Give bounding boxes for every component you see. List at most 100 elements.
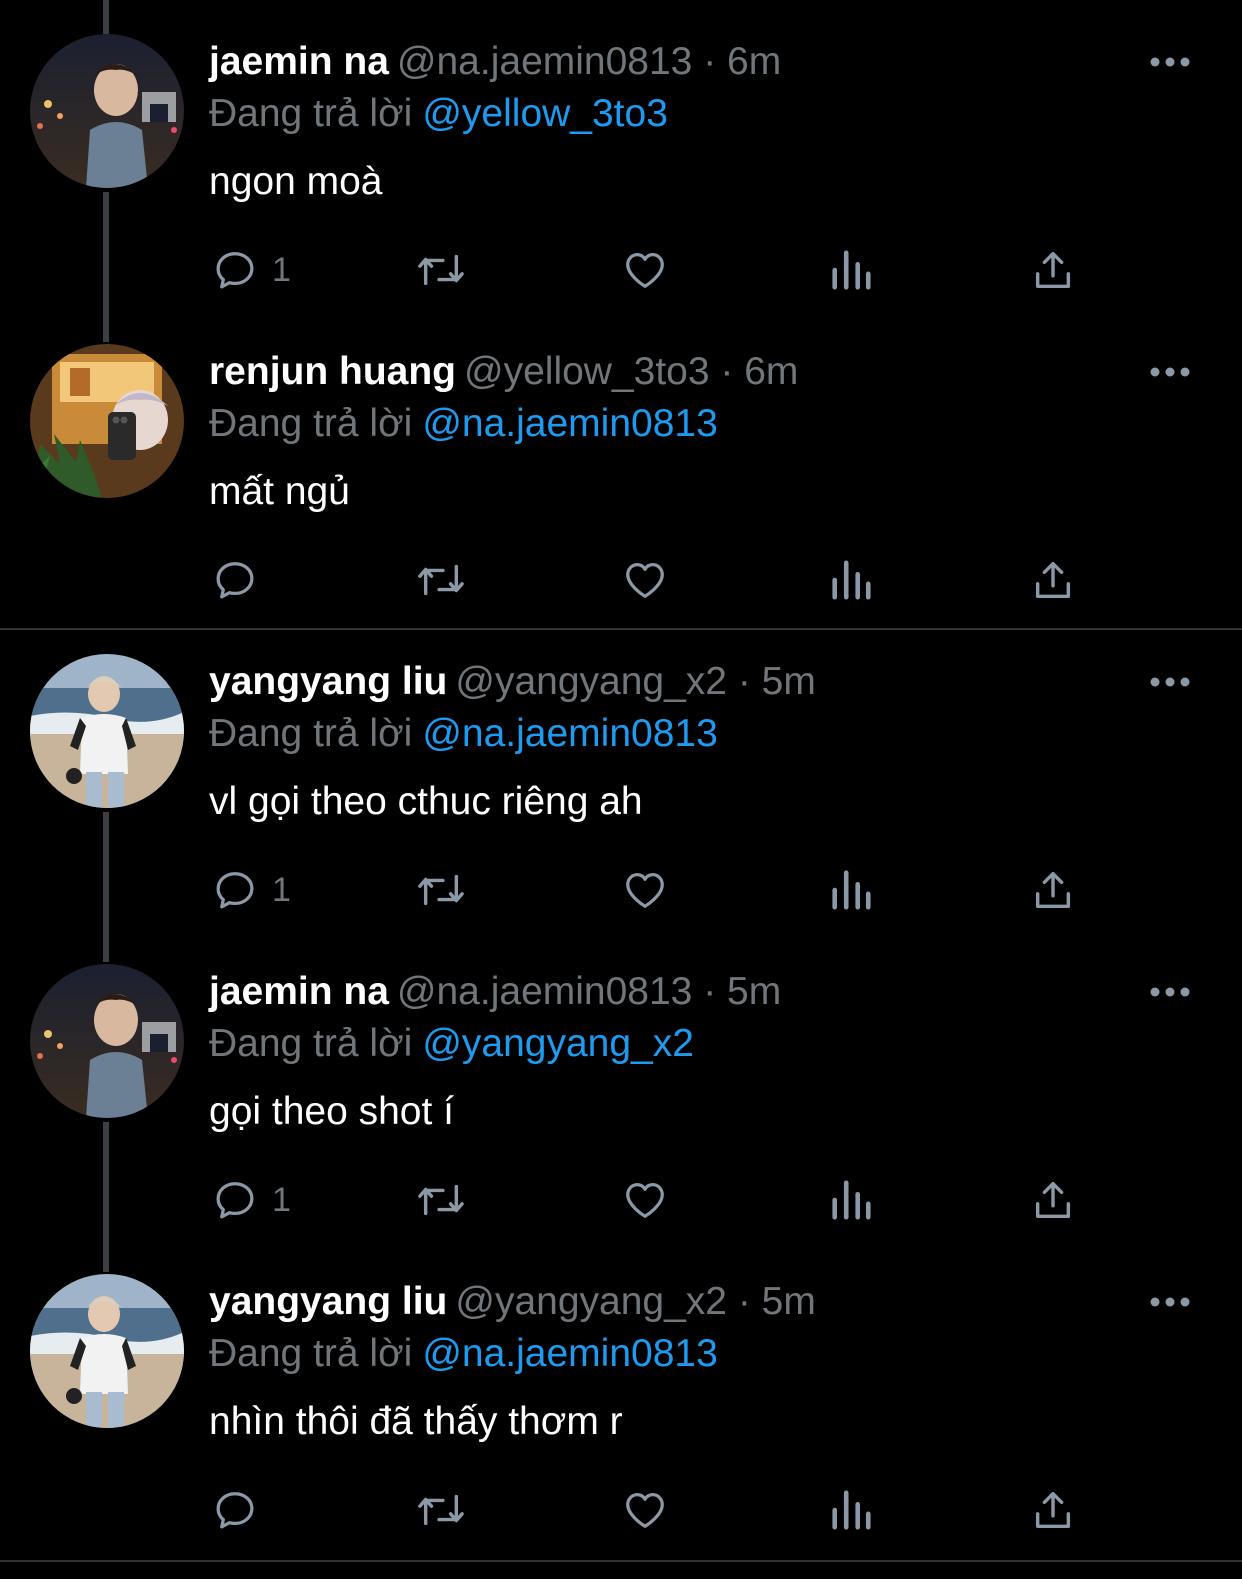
reply-context: Đang trả lời @na.jaemin0813 xyxy=(209,400,718,448)
like-button[interactable] xyxy=(621,246,669,294)
tweet[interactable]: renjun huang @yellow_3to3 · 6m Đang trả l… xyxy=(0,310,1242,620)
views-button[interactable] xyxy=(829,1176,873,1224)
heart-icon xyxy=(626,563,664,598)
heart-icon xyxy=(626,1183,664,1218)
retweet-icon xyxy=(418,1184,464,1216)
retweet-button[interactable] xyxy=(414,1486,468,1534)
retweet-icon xyxy=(418,564,464,596)
handle-time: @na.jaemin0813 · 6m xyxy=(396,40,782,83)
share-button[interactable] xyxy=(1030,556,1076,604)
reply-context: Đang trả lời @na.jaemin0813 xyxy=(209,710,718,758)
views-button[interactable] xyxy=(829,866,873,914)
share-icon xyxy=(1035,251,1071,289)
avatar[interactable] xyxy=(30,964,184,1118)
share-icon xyxy=(1035,561,1071,599)
avatar-image xyxy=(30,344,184,498)
display-name[interactable]: jaemin na xyxy=(209,40,389,83)
like-button[interactable] xyxy=(621,1176,669,1224)
like-button[interactable] xyxy=(621,1486,669,1534)
retweet-button[interactable] xyxy=(414,246,468,294)
reply-mention-link[interactable]: @na.jaemin0813 xyxy=(422,402,717,445)
avatar[interactable] xyxy=(30,654,184,808)
tweet-text: vl gọi theo cthuc riêng ah xyxy=(209,780,643,823)
views-icon xyxy=(832,870,871,910)
more-icon[interactable] xyxy=(1150,674,1190,690)
share-button[interactable] xyxy=(1030,1486,1076,1534)
retweet-icon xyxy=(418,254,464,286)
avatar[interactable] xyxy=(30,34,184,188)
tweet-text: gọi theo shot í xyxy=(209,1090,455,1133)
retweet-icon xyxy=(418,874,464,906)
tweet[interactable]: jaemin na @na.jaemin0813 · 6m Đang trả lờ… xyxy=(0,0,1242,310)
views-icon xyxy=(832,250,871,290)
reply-button[interactable]: 1 xyxy=(212,866,291,914)
reply-button[interactable] xyxy=(212,556,272,604)
handle-time: @yangyang_x2 · 5m xyxy=(455,1280,816,1323)
share-icon xyxy=(1035,1491,1071,1529)
more-icon[interactable] xyxy=(1150,1294,1190,1310)
retweet-icon xyxy=(418,1494,464,1526)
share-icon xyxy=(1035,1181,1071,1219)
retweet-button[interactable] xyxy=(414,1176,468,1224)
tweet-text: nhìn thôi đã thấy thơm r xyxy=(209,1400,623,1443)
reply-icon xyxy=(216,562,254,599)
reply-context: Đang trả lời @na.jaemin0813 xyxy=(209,1330,718,1378)
heart-icon xyxy=(626,1493,664,1528)
reply-button[interactable]: 1 xyxy=(212,246,291,294)
views-button[interactable] xyxy=(829,246,873,294)
avatar[interactable] xyxy=(30,344,184,498)
heart-icon xyxy=(626,873,664,908)
reply-button[interactable]: 1 xyxy=(212,1176,291,1224)
avatar-image xyxy=(30,654,184,808)
reply-icon xyxy=(216,1492,254,1529)
reply-icon xyxy=(216,872,254,909)
avatar[interactable] xyxy=(30,1274,184,1428)
handle-time: @yellow_3to3 · 6m xyxy=(464,350,799,393)
handle-time: @na.jaemin0813 · 5m xyxy=(396,970,782,1013)
reply-mention-link[interactable]: @yangyang_x2 xyxy=(422,1022,694,1065)
tweet-header: jaemin na @na.jaemin0813 · 6m xyxy=(209,38,781,86)
views-icon xyxy=(832,1180,871,1220)
tweet-text: mất ngủ xyxy=(209,470,350,513)
handle-time: @yangyang_x2 · 5m xyxy=(455,660,816,703)
reply-count: 1 xyxy=(272,251,291,289)
display-name[interactable]: yangyang liu xyxy=(209,1280,447,1323)
display-name[interactable]: yangyang liu xyxy=(209,660,447,703)
display-name[interactable]: jaemin na xyxy=(209,970,389,1013)
reply-prefix: Đang trả lời xyxy=(209,402,413,445)
retweet-button[interactable] xyxy=(414,556,468,604)
reply-count: 1 xyxy=(272,871,291,909)
reply-context: Đang trả lời @yangyang_x2 xyxy=(209,1020,694,1068)
tweet[interactable]: jaemin na @na.jaemin0813 · 5m Đang trả lờ… xyxy=(0,930,1242,1240)
retweet-button[interactable] xyxy=(414,866,468,914)
reply-prefix: Đang trả lời xyxy=(209,1332,413,1375)
reply-context: Đang trả lời @yellow_3to3 xyxy=(209,90,668,138)
thread-divider xyxy=(0,1560,1242,1562)
reply-mention-link[interactable]: @na.jaemin0813 xyxy=(422,712,717,755)
views-button[interactable] xyxy=(829,1486,873,1534)
reply-mention-link[interactable]: @na.jaemin0813 xyxy=(422,1332,717,1375)
avatar-image xyxy=(30,964,184,1118)
share-button[interactable] xyxy=(1030,866,1076,914)
tweet[interactable]: yangyang liu @yangyang_x2 · 5m Đang trả l… xyxy=(0,1240,1242,1550)
like-button[interactable] xyxy=(621,866,669,914)
tweet[interactable]: yangyang liu @yangyang_x2 · 5m Đang trả l… xyxy=(0,620,1242,930)
avatar-image xyxy=(30,1274,184,1428)
share-icon xyxy=(1035,871,1071,909)
reply-prefix: Đang trả lời xyxy=(209,92,413,135)
more-icon[interactable] xyxy=(1150,364,1190,380)
tweet-header: renjun huang @yellow_3to3 · 6m xyxy=(209,348,798,396)
more-icon[interactable] xyxy=(1150,54,1190,70)
reply-mention-link[interactable]: @yellow_3to3 xyxy=(422,92,668,135)
share-button[interactable] xyxy=(1030,246,1076,294)
views-button[interactable] xyxy=(829,556,873,604)
views-icon xyxy=(832,1490,871,1530)
more-icon[interactable] xyxy=(1150,984,1190,1000)
avatar-image xyxy=(30,34,184,188)
like-button[interactable] xyxy=(621,556,669,604)
share-button[interactable] xyxy=(1030,1176,1076,1224)
reply-count: 1 xyxy=(272,1181,291,1219)
tweet-header: yangyang liu @yangyang_x2 · 5m xyxy=(209,658,816,706)
display-name[interactable]: renjun huang xyxy=(209,350,456,393)
reply-button[interactable] xyxy=(212,1486,272,1534)
